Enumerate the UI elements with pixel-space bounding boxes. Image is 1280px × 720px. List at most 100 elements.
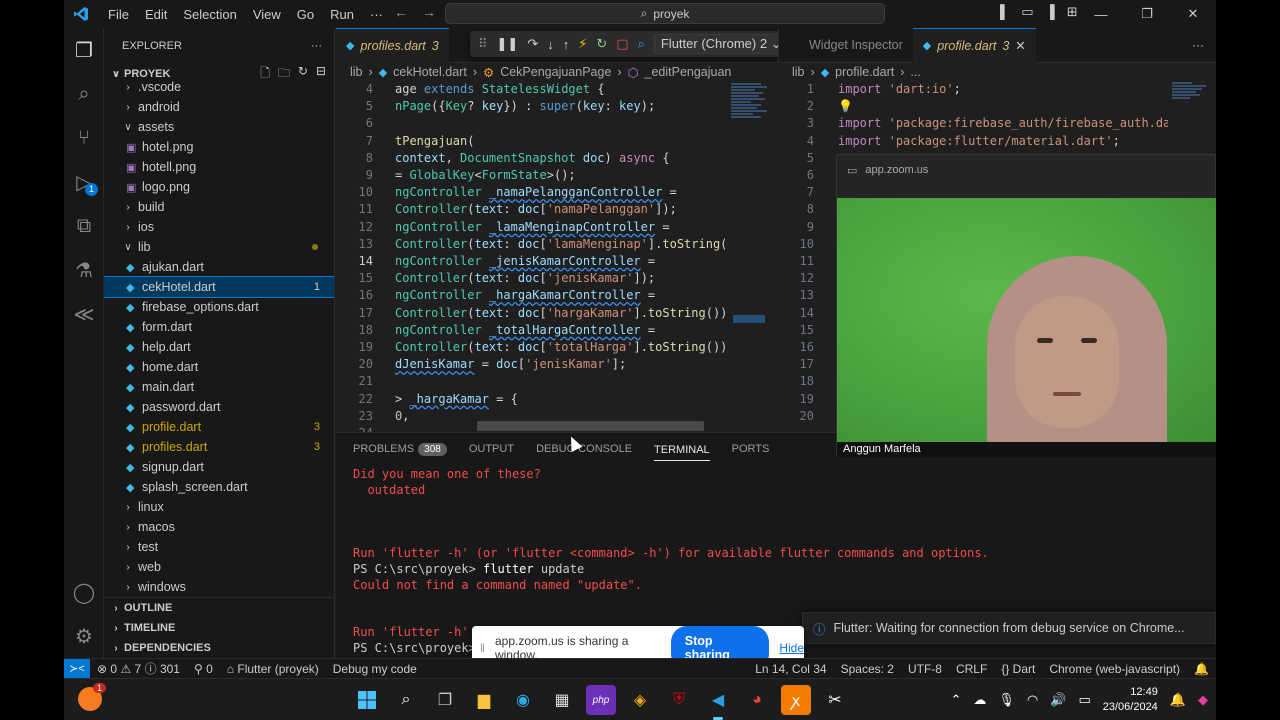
menu-view[interactable]: View [245, 7, 289, 22]
restore-icon[interactable]: ❐ [1124, 0, 1170, 28]
restart-icon[interactable]: ↻ [596, 36, 607, 52]
ports-status[interactable]: ⚲ 0 [187, 662, 220, 676]
dependencies-section[interactable]: › DEPENDENCIES [104, 638, 334, 658]
tree-item[interactable]: ◆ main.dart [104, 377, 334, 397]
step-into-icon[interactable]: ↓ [547, 37, 554, 52]
testing-icon[interactable]: ⚗ [64, 248, 104, 292]
tree-item[interactable]: › ios [104, 217, 334, 237]
tree-item[interactable]: ◆ firebase_options.dart [104, 297, 334, 317]
microsoft-store-icon[interactable]: ▦ [547, 685, 577, 715]
tree-item[interactable]: › .vscode [104, 77, 334, 97]
language-mode[interactable]: {} Dart [994, 662, 1042, 676]
tab-profiles-dart[interactable]: ◆ profiles.dart 3 [336, 27, 449, 63]
back-arrow-icon[interactable]: ← [394, 4, 408, 20]
menu-go[interactable]: Go [289, 7, 322, 22]
breadcrumb-lib[interactable]: lib [350, 65, 363, 79]
explorer-icon[interactable]: ❐ [64, 28, 104, 72]
source-control-icon[interactable]: ⑂ [64, 116, 104, 160]
command-center-search[interactable]: ⌕ proyek [445, 3, 885, 24]
menu-more[interactable]: ··· [362, 7, 391, 22]
chrome-icon[interactable]: ◕ [742, 685, 772, 715]
tab-problems[interactable]: PROBLEMS 308 [353, 443, 447, 456]
tree-item[interactable]: ◆ profiles.dart 3 [104, 437, 334, 457]
tree-item[interactable]: ▣ hotel.png [104, 137, 334, 157]
breadcrumb-class[interactable]: CekPengajuanPage [500, 65, 611, 79]
snipping-tool-icon[interactable]: ✂ [820, 685, 850, 715]
xampp-icon[interactable]: ꭗ [781, 685, 811, 715]
edge-browser-icon[interactable]: ◉ [508, 685, 538, 715]
microphone-icon[interactable]: 🎙 [998, 692, 1015, 708]
task-view-icon[interactable]: ❐ [430, 685, 460, 715]
outline-section[interactable]: › OUTLINE [104, 598, 334, 618]
tree-item[interactable]: › macos [104, 517, 334, 537]
pause-icon[interactable]: ❚❚ [497, 36, 519, 52]
close-tab-icon[interactable]: ✕ [1015, 38, 1025, 53]
extensions-icon[interactable]: ⧉ [64, 204, 104, 248]
step-over-icon[interactable]: ↷ [527, 36, 538, 52]
tree-item[interactable]: ◆ cekHotel.dart 1 [104, 276, 334, 298]
tab-widget-inspector[interactable]: Widget Inspector [779, 28, 913, 63]
debug-mode-status[interactable]: Debug my code [326, 662, 424, 676]
tree-item[interactable]: › build [104, 197, 334, 217]
breadcrumb-method[interactable]: _editPengajuan [645, 65, 732, 79]
more-actions-icon[interactable]: ··· [311, 40, 322, 52]
tree-item[interactable]: ▣ hotell.png [104, 157, 334, 177]
wifi-icon[interactable]: ◠ [1027, 692, 1038, 708]
tree-item[interactable]: › linux [104, 497, 334, 517]
show-hidden-icons-icon[interactable]: ⌃ [951, 692, 962, 708]
right-minimap[interactable] [1172, 81, 1212, 161]
breadcrumb-more[interactable]: ... [910, 65, 920, 79]
step-out-icon[interactable]: ↑ [563, 37, 570, 52]
encoding[interactable]: UTF-8 [901, 662, 949, 676]
tree-item[interactable]: ◆ profile.dart 3 [104, 417, 334, 437]
onedrive-icon[interactable]: ☁ [973, 692, 986, 708]
toggle-secondary-sidebar-icon[interactable]: ▐ [1046, 4, 1055, 20]
stop-icon[interactable]: ▢ [616, 36, 628, 52]
customize-layout-icon[interactable]: ⊞ [1067, 4, 1078, 20]
php-app-icon[interactable]: php [586, 685, 616, 715]
tab-debug-console[interactable]: DEBUG CONSOLE [536, 443, 632, 455]
close-icon[interactable]: ✕ [1170, 0, 1216, 28]
notification-bell-icon[interactable]: 🔔 [1170, 692, 1186, 708]
tree-item[interactable]: › windows [104, 577, 334, 597]
hot-reload-icon[interactable]: ⚡ [578, 36, 587, 52]
tab-profile-dart[interactable]: ◆ profile.dart 3 ✕ [912, 27, 1036, 63]
tree-item[interactable]: ▣ logo.png [104, 177, 334, 197]
breadcrumb-lib[interactable]: lib [792, 65, 805, 79]
tree-item[interactable]: › web [104, 557, 334, 577]
vscode-taskbar-icon[interactable]: ◀ [703, 685, 733, 720]
battery-icon[interactable]: ▭ [1078, 692, 1090, 708]
breadcrumb-file[interactable]: cekHotel.dart [393, 65, 467, 79]
minimize-icon[interactable]: — [1078, 0, 1124, 28]
right-code[interactable]: import 'dart:io'; 💡 import 'package:fire… [838, 81, 1168, 156]
menu-edit[interactable]: Edit [137, 7, 175, 22]
tree-item[interactable]: ◆ home.dart [104, 357, 334, 377]
tree-item[interactable]: ∨ lib [104, 237, 334, 257]
menu-run[interactable]: Run [322, 7, 362, 22]
left-minimap[interactable] [731, 81, 773, 431]
timeline-section[interactable]: › TIMELINE [104, 618, 334, 638]
breadcrumb-file[interactable]: profile.dart [835, 65, 894, 79]
indentation[interactable]: Spaces: 2 [834, 662, 901, 676]
hide-link[interactable]: Hide [779, 641, 804, 655]
notifications-bell-icon[interactable]: 🔔 [1187, 662, 1216, 676]
tree-item[interactable]: › test [104, 537, 334, 557]
tree-item[interactable]: ◆ help.dart [104, 337, 334, 357]
tree-item[interactable]: ◆ signup.dart [104, 457, 334, 477]
remote-icon[interactable]: ≻< [64, 658, 90, 679]
device-select[interactable]: Flutter (Chrome) 2 ⌄ [653, 34, 789, 54]
account-icon[interactable]: ◯ [64, 570, 104, 614]
zoom-video-window[interactable]: ▭ app.zoom.us Anggun Marfela [836, 154, 1216, 457]
inspect-icon[interactable]: ⌕ [638, 36, 645, 52]
tree-item[interactable]: ∨ assets [104, 117, 334, 137]
device-status[interactable]: Chrome (web-javascript) [1042, 662, 1187, 676]
left-horizontal-scrollbar[interactable] [477, 421, 704, 431]
photos-app-icon[interactable]: ◈ [625, 685, 655, 715]
notification-toast[interactable]: ⓘ Flutter: Waiting for connection from d… [802, 612, 1216, 644]
volume-icon[interactable]: 🔊 [1050, 692, 1066, 708]
cursor-position[interactable]: Ln 14, Col 34 [748, 662, 833, 676]
mcafee-icon[interactable]: ⛨ [664, 685, 694, 715]
tree-item[interactable]: › android [104, 97, 334, 117]
tree-item[interactable]: ◆ ajukan.dart [104, 257, 334, 277]
start-windows-icon[interactable] [352, 685, 382, 715]
